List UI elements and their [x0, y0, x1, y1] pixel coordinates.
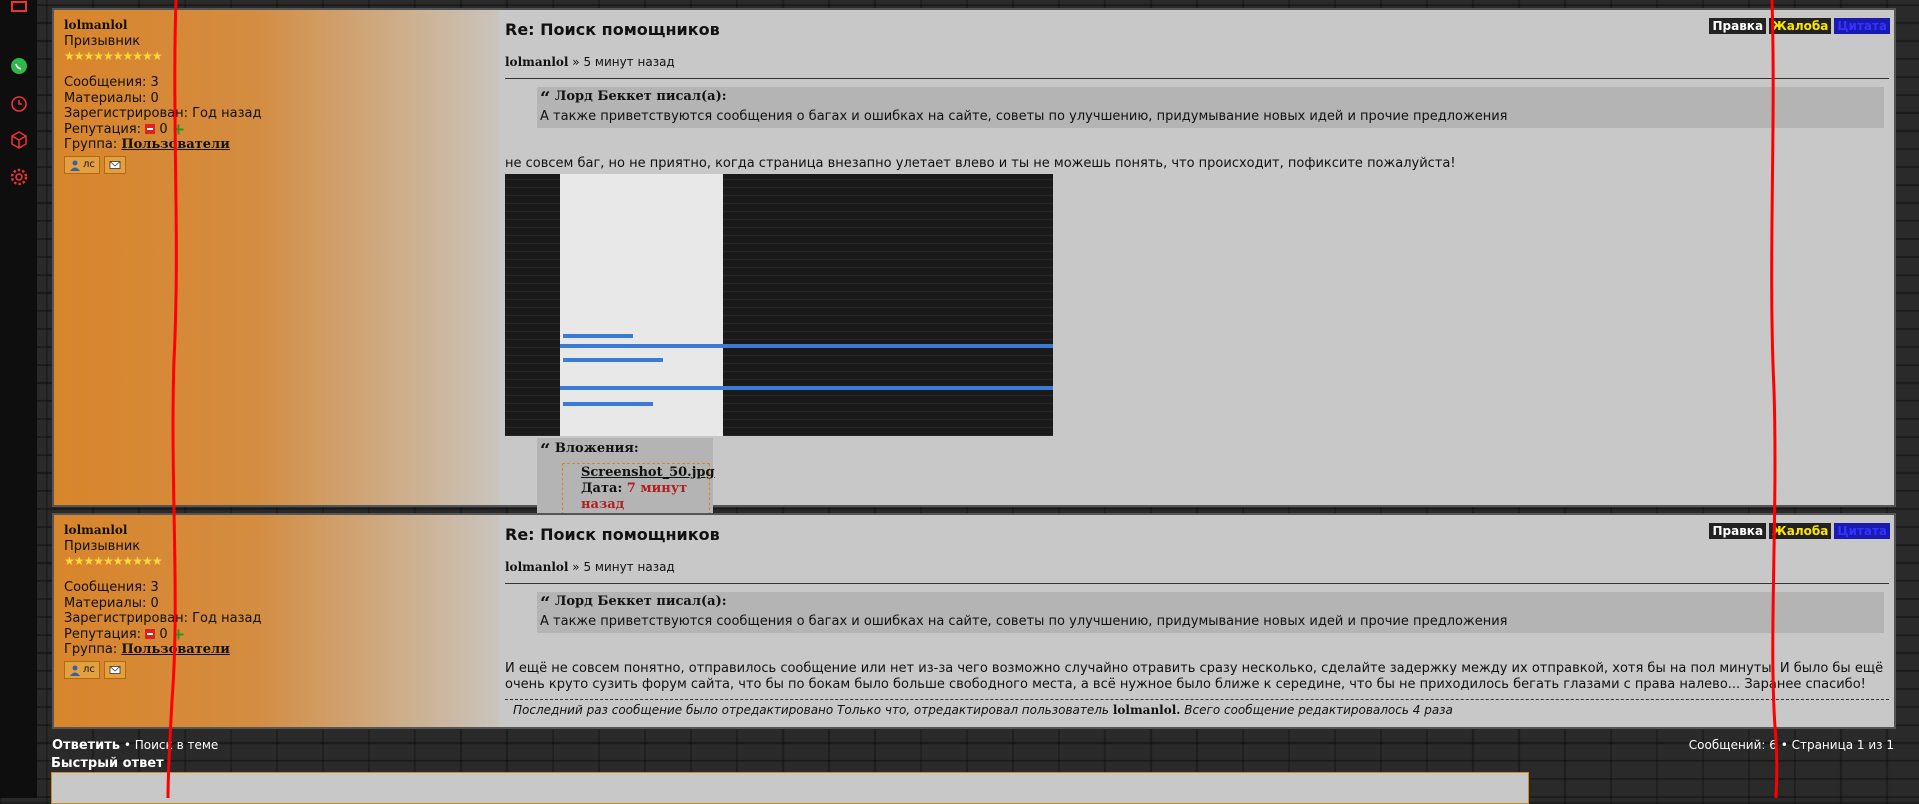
user-icon	[70, 160, 80, 171]
quote-button[interactable]: Цитата	[1834, 18, 1890, 34]
post-actions: Правка Жалоба Цитата	[1709, 18, 1890, 34]
forum-post-2: lolmanlol Призывник ★★★★★★★★★★ Сообщения…	[52, 513, 1896, 729]
post-author-panel: lolmanlol Призывник ★★★★★★★★★★ Сообщения…	[54, 10, 499, 505]
clock-icon[interactable]	[9, 94, 29, 114]
private-message-button[interactable]: лс	[64, 660, 100, 679]
reputation-value: 0	[159, 121, 168, 137]
reputation-plus-icon[interactable]: +	[172, 624, 185, 643]
quote-mark-icon: “	[540, 593, 551, 614]
window-icon[interactable]	[9, 0, 29, 20]
forum-post-1: lolmanlol Призывник ★★★★★★★★★★ Сообщения…	[52, 8, 1896, 519]
author-rank: Призывник	[64, 33, 141, 49]
post-title: Re: Поиск помощников	[505, 20, 720, 39]
attachment-file-link[interactable]: Screenshot_50.jpg	[581, 465, 715, 481]
author-rank-stars: ★★★★★★★★★★	[64, 49, 163, 63]
attachment-date-label: Дата:	[581, 481, 623, 496]
post-author-panel: lolmanlol Призывник ★★★★★★★★★★ Сообщения…	[54, 515, 499, 727]
author-messages: Сообщения: 3	[64, 580, 159, 595]
post-meta-time: » 5 минут назад	[572, 560, 675, 574]
pagination-info: Сообщений: 6 • Страница 1 из 1	[1688, 738, 1894, 752]
complain-button[interactable]: Жалоба	[1769, 18, 1832, 34]
email-button[interactable]	[103, 660, 126, 679]
quote-header: Лорд Беккет писал(а):	[554, 89, 727, 104]
whatsapp-icon[interactable]	[9, 56, 29, 76]
attachments-header: Вложения:	[554, 441, 639, 456]
edit-note-prefix: Последний раз сообщение было отредактиро…	[513, 703, 1110, 717]
post-content: Re: Поиск помощников Правка Жалоба Цитат…	[499, 515, 1894, 727]
reputation-label: Репутация:	[64, 626, 142, 642]
quote-mark-icon: “	[540, 88, 551, 109]
quote-text: А также приветствуются сообщения о багах…	[540, 614, 1508, 629]
envelope-icon	[109, 665, 121, 674]
reputation-minus-icon[interactable]	[145, 124, 156, 134]
cube-icon[interactable]	[9, 130, 29, 150]
edit-note: Последний раз сообщение было отредактиро…	[505, 699, 1889, 717]
attachments-block: “ Вложения: Screenshot_50.jpg Дата: 7 ми…	[537, 438, 715, 519]
group-label: Группа:	[64, 137, 118, 152]
divider	[505, 78, 1889, 79]
envelope-icon	[109, 160, 121, 169]
quote-block: “ Лорд Беккет писал(а): А также приветст…	[537, 87, 1884, 128]
quote-text: А также приветствуются сообщения о багах…	[540, 109, 1508, 124]
reputation-label: Репутация:	[64, 121, 142, 137]
reputation-minus-icon[interactable]	[145, 629, 156, 639]
reply-button[interactable]: Ответить	[52, 738, 120, 753]
email-button[interactable]	[103, 155, 126, 174]
quote-header: Лорд Беккет писал(а):	[554, 594, 727, 609]
attached-screenshot-image[interactable]	[505, 174, 1053, 436]
quote-block: “ Лорд Беккет писал(а): А также приветст…	[537, 592, 1884, 633]
left-sidebar	[0, 0, 37, 798]
author-group: Группа: Пользователи	[64, 642, 489, 658]
post-meta-author[interactable]: lolmanlol	[505, 55, 568, 69]
author-reputation: Репутация: 0 +	[64, 119, 489, 138]
edit-note-user[interactable]: lolmanlol.	[1113, 703, 1181, 717]
post-actions: Правка Жалоба Цитата	[1709, 523, 1890, 539]
post-text: И ещё не совсем понятно, отправилось соо…	[505, 661, 1884, 692]
author-rank: Призывник	[64, 538, 141, 554]
post-meta-author[interactable]: lolmanlol	[505, 560, 568, 574]
author-registered: Зарегистрирован: Год назад	[64, 611, 262, 626]
author-reputation: Репутация: 0 +	[64, 624, 489, 643]
gear-icon[interactable]	[9, 167, 29, 187]
group-link[interactable]: Пользователи	[121, 642, 230, 657]
author-nick[interactable]: lolmanlol	[64, 523, 489, 539]
author-rank-stars: ★★★★★★★★★★	[64, 554, 163, 568]
post-title: Re: Поиск помощников	[505, 525, 720, 544]
pm-label: лс	[83, 158, 95, 170]
author-materials: Материалы: 0	[64, 90, 159, 106]
attachment-file: Screenshot_50.jpg Дата: 7 минут назад	[562, 463, 715, 515]
pm-label: лс	[83, 663, 95, 675]
search-in-topic-link[interactable]: • Поиск в теме	[124, 738, 218, 752]
edit-button[interactable]: Правка	[1709, 523, 1767, 539]
edit-note-suffix: Всего сообщение редактировалось 4 раза	[1184, 703, 1453, 717]
reputation-value: 0	[159, 626, 168, 642]
author-group: Группа: Пользователи	[64, 137, 489, 153]
post-content: Re: Поиск помощников Правка Жалоба Цитат…	[499, 10, 1894, 519]
reputation-plus-icon[interactable]: +	[172, 119, 185, 138]
user-icon	[70, 665, 80, 676]
divider	[505, 583, 1889, 584]
author-nick[interactable]: lolmanlol	[64, 18, 489, 34]
complain-button[interactable]: Жалоба	[1769, 523, 1832, 539]
private-message-button[interactable]: лс	[64, 155, 100, 174]
author-materials: Материалы: 0	[64, 595, 159, 611]
group-link[interactable]: Пользователи	[121, 137, 230, 152]
quick-reply-box[interactable]	[51, 772, 1529, 804]
post-text: не совсем баг, но не приятно, когда стра…	[505, 156, 1456, 171]
author-messages: Сообщения: 3	[64, 75, 159, 90]
post-meta: lolmanlol » 5 минут назад	[505, 55, 1889, 69]
quote-mark-icon: “	[540, 440, 551, 461]
author-registered: Зарегистрирован: Год назад	[64, 106, 262, 121]
quick-reply-title: Быстрый ответ	[51, 756, 164, 771]
post-meta: lolmanlol » 5 минут назад	[505, 560, 1889, 574]
post-meta-time: » 5 минут назад	[572, 55, 675, 69]
topic-footer-left: Ответить • Поиск в теме	[52, 738, 218, 753]
quote-button[interactable]: Цитата	[1834, 523, 1890, 539]
group-label: Группа:	[64, 642, 118, 657]
edit-button[interactable]: Правка	[1709, 18, 1767, 34]
